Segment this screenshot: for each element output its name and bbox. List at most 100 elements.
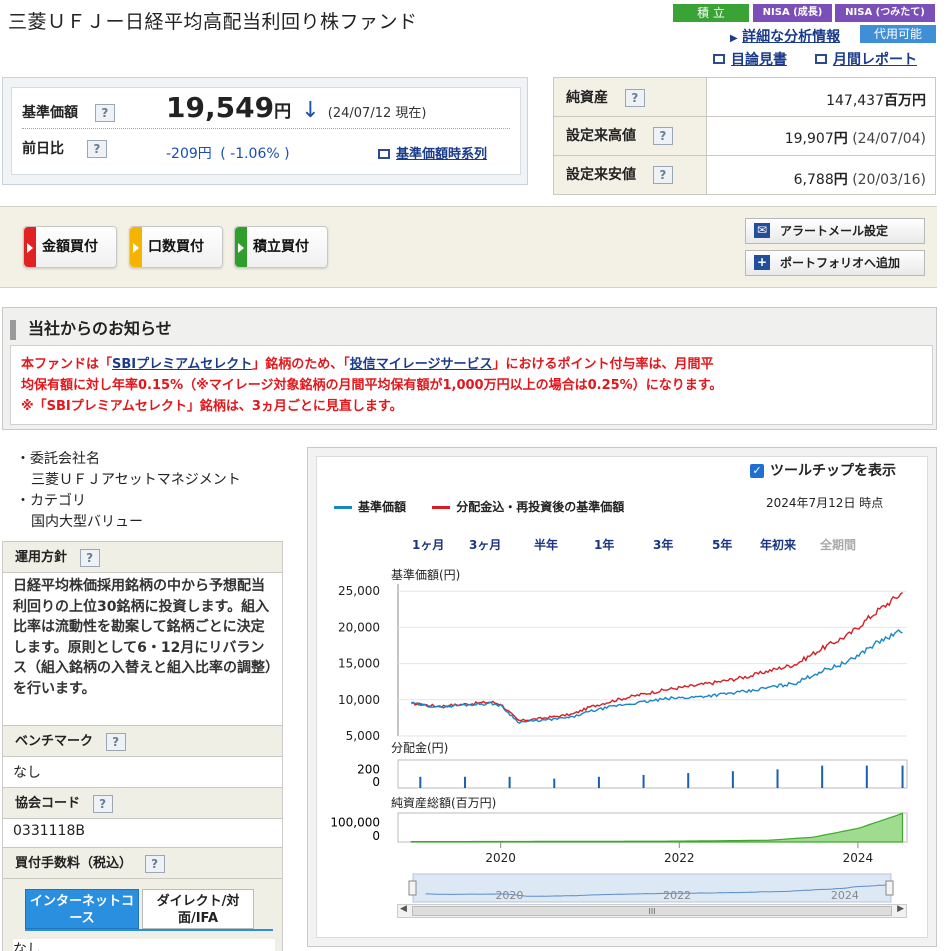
period-ytd[interactable]: 年初来 xyxy=(760,536,796,553)
change-percent: ( -1.06% ) xyxy=(220,146,290,162)
stats-row-divider xyxy=(554,155,935,156)
mail-icon: ✉ xyxy=(754,223,770,238)
tooltip-label: ツールチップを表示 xyxy=(770,463,896,479)
stat-value: 6,788 xyxy=(793,172,834,188)
price-date: (24/07/12 現在) xyxy=(327,106,427,121)
help-icon[interactable]: ? xyxy=(92,794,113,813)
mokuromi-link[interactable]: 目論見書 xyxy=(713,49,787,69)
code-label: 協会コード xyxy=(15,796,81,811)
stat-low-value: 6,788円 (20/03/16) xyxy=(794,169,926,189)
arrow-right-icon xyxy=(130,227,142,267)
policy-head: 運用方針 ? xyxy=(3,541,282,573)
period-1y[interactable]: 1年 xyxy=(594,536,614,553)
tsumitate-buy-button[interactable]: 積立買付 xyxy=(234,226,328,268)
period-all[interactable]: 全期間 xyxy=(820,536,856,553)
period-1m[interactable]: 1ヶ月 xyxy=(412,536,444,553)
units-buy-button[interactable]: 口数買付 xyxy=(129,226,223,268)
legend-swatch-blue xyxy=(334,506,352,509)
notice-line-1: 本ファンドは「SBIプレミアムセレクト」銘柄のため、「投信マイレージサービス」に… xyxy=(21,354,922,375)
policy-text: 日経平均株価採用銘柄の中から予想配当利回りの上位30銘柄に投資します。組入比率は… xyxy=(13,578,272,697)
add-portfolio-button[interactable]: + ポートフォリオへ追加 xyxy=(745,250,925,276)
stat-net-assets-label: 純資産 ? xyxy=(566,87,645,107)
monthly-report-link-label: 月間レポート xyxy=(833,52,917,68)
help-icon[interactable]: ? xyxy=(94,104,115,122)
monthly-report-link[interactable]: 月間レポート xyxy=(815,49,917,69)
benchmark-label: ベンチマーク xyxy=(15,734,94,749)
period-5y[interactable]: 5年 xyxy=(712,536,732,553)
code-value: 0331118B xyxy=(13,823,85,839)
badge-nisa-tsumitate: NISA (つみたて) xyxy=(835,4,935,22)
stat-date: (24/07/04) xyxy=(852,131,926,147)
alert-mail-button[interactable]: ✉ アラートメール設定 xyxy=(745,218,925,244)
info-table: 運用方針 ? 日経平均株価採用銘柄の中から予想配当利回りの上位30銘柄に投資しま… xyxy=(2,541,283,951)
notice-line-3: ※「SBIプレミアムセレクト」銘柄は、3ヵ月ごとに見直します。 xyxy=(21,399,403,414)
change-label-text: 前日比 xyxy=(22,141,64,157)
change-amount: -209円 xyxy=(166,146,212,162)
stat-high-label: 設定来高値 ? xyxy=(566,125,673,145)
triangle-right-icon: ▶ xyxy=(730,33,738,44)
benchmark-head: ベンチマーク ? xyxy=(3,725,282,757)
nav-series-link[interactable]: 基準価額時系列 xyxy=(378,143,487,162)
period-3y[interactable]: 3年 xyxy=(653,536,673,553)
help-icon[interactable]: ? xyxy=(144,854,165,873)
scroll-left-icon[interactable]: ◀ xyxy=(400,904,407,914)
navigator-scrollbar[interactable]: ◀ III ▶ xyxy=(397,904,907,918)
chart-legend: 基準価額 分配金込・再投資後の基準価額 xyxy=(334,498,624,515)
stat-high-value: 19,907円 (24/07/04) xyxy=(785,128,926,148)
notice-title-text: 当社からのお知らせ xyxy=(28,319,172,338)
stat-net-assets-value: 147,437百万円 xyxy=(826,90,926,110)
price-divider xyxy=(22,128,510,129)
change-label: 前日比 ? xyxy=(22,138,107,158)
chart-panel xyxy=(307,447,937,947)
tooltip-toggle[interactable]: ✓ ツールチップを表示 xyxy=(750,460,896,480)
price-label: 基準価額 ? xyxy=(22,102,115,122)
stat-label: 設定来高値 xyxy=(566,128,636,144)
amount-buy-button[interactable]: 金額買付 xyxy=(23,226,117,268)
tab-direct[interactable]: ダイレクト/対面/IFA xyxy=(142,889,254,929)
help-icon[interactable]: ? xyxy=(652,127,673,145)
code-head: 協会コード ? xyxy=(3,787,282,819)
tab-underline xyxy=(25,929,273,931)
stat-value: 147,437 xyxy=(826,93,884,109)
chart-asof: 2024年7月12日 時点 xyxy=(766,496,884,510)
axis-label-assets: 純資産総額(百万円) xyxy=(391,796,497,810)
stat-low-label: 設定来安値 ? xyxy=(566,164,673,184)
arrow-down-icon: ↓ xyxy=(301,98,320,123)
legend-swatch-red xyxy=(432,506,451,509)
legend-label: 基準価額 xyxy=(358,500,407,514)
sbi-premium-select-link[interactable]: SBIプレミアムセレクト xyxy=(112,357,252,372)
add-portfolio-label: ポートフォリオへ追加 xyxy=(780,256,901,270)
tsumitate-buy-label: 積立買付 xyxy=(253,239,309,255)
scroll-right-icon[interactable]: ▶ xyxy=(897,904,904,914)
category-label: ・カテゴリ xyxy=(16,493,86,509)
period-3m[interactable]: 3ヶ月 xyxy=(469,536,501,553)
axis-label-price: 基準価額(円) xyxy=(391,568,461,582)
help-icon[interactable]: ? xyxy=(624,89,645,107)
notice-text: 」におけるポイント付与率は、月間平 xyxy=(492,357,714,372)
company-label: ・委託会社名 xyxy=(16,451,100,467)
units-buy-label: 口数買付 xyxy=(148,239,204,255)
period-6m[interactable]: 半年 xyxy=(534,536,558,553)
mileage-service-link[interactable]: 投信マイレージサービス xyxy=(350,357,493,372)
price-label-text: 基準価額 xyxy=(22,105,78,121)
notice-line-2: 均保有額に対し年率0.15%（※マイレージ対象銘柄の月間平均保有額が1,000万… xyxy=(21,378,723,393)
nav-series-link-label: 基準価額時系列 xyxy=(396,147,488,162)
help-icon[interactable]: ? xyxy=(652,166,673,184)
chart-inner xyxy=(316,456,928,938)
arrow-right-icon xyxy=(235,227,247,267)
policy-label: 運用方針 xyxy=(15,550,68,565)
stat-label: 設定来安値 xyxy=(566,167,636,183)
fee-head: 買付手数料（税込） ? xyxy=(3,847,282,879)
badge-daiyo: 代用可能 xyxy=(860,25,936,43)
plus-icon: + xyxy=(754,255,770,270)
scroll-thumb[interactable]: III xyxy=(412,906,892,916)
fee-value: なし xyxy=(13,939,275,951)
checkbox-checked-icon[interactable]: ✓ xyxy=(750,464,764,478)
axis-label-dividend: 分配金(円) xyxy=(391,741,449,755)
help-icon[interactable]: ? xyxy=(105,732,126,751)
help-icon[interactable]: ? xyxy=(79,548,100,567)
help-icon[interactable]: ? xyxy=(86,140,107,158)
tab-internet[interactable]: インターネットコース xyxy=(25,889,139,929)
document-icon xyxy=(378,148,390,159)
analysis-link[interactable]: ▶ 詳細な分析情報 xyxy=(730,26,840,46)
